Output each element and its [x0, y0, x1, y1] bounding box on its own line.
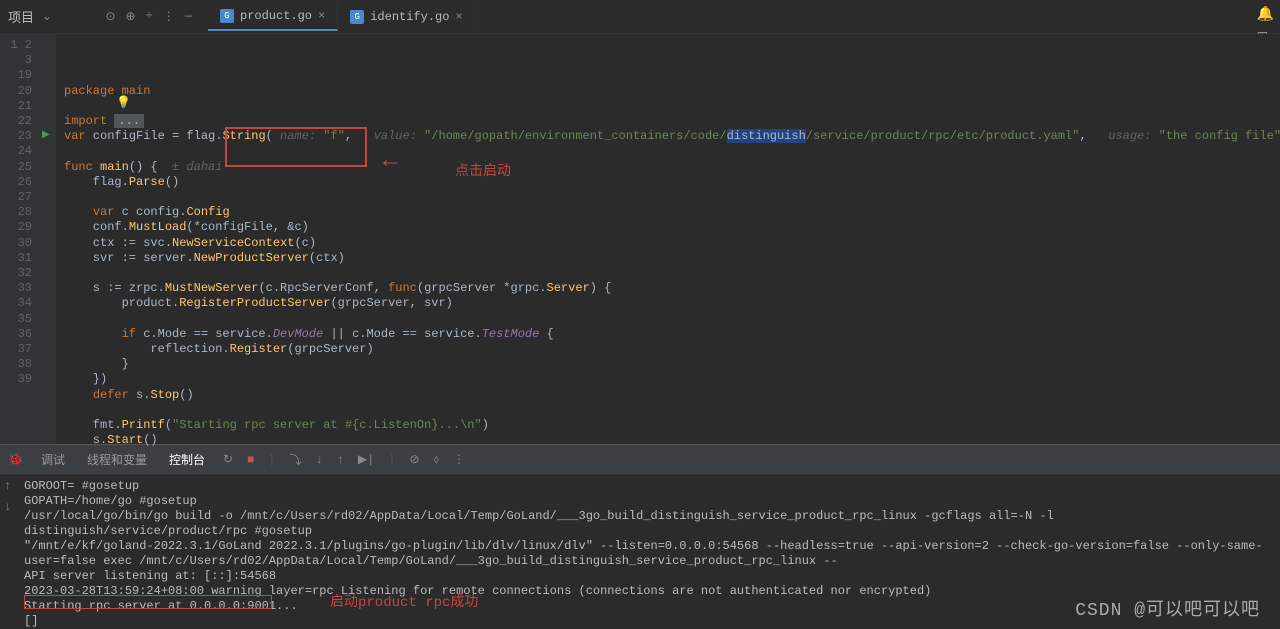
project-header: 项目 ⌄ ⊙ ⊕ ÷ ⋮ —	[0, 0, 200, 33]
scroll-down-icon[interactable]: ↓	[4, 500, 11, 515]
evaluate-icon[interactable]: ⊘	[410, 452, 420, 467]
project-title: 项目	[8, 7, 34, 26]
divide-icon[interactable]: ÷	[146, 9, 153, 24]
chevron-down-icon[interactable]: ⌄	[42, 9, 52, 24]
watermark: CSDN @可以吧可以吧	[1075, 595, 1260, 621]
more-actions-icon[interactable]: ⋮	[453, 452, 465, 467]
target-icon[interactable]: ⊙	[105, 9, 115, 24]
go-file-icon: G	[220, 9, 234, 23]
notification-icon[interactable]: 🔔	[1257, 6, 1274, 23]
close-icon[interactable]: ×	[455, 10, 462, 24]
code-content[interactable]: 💡 package main import ... var configFile…	[56, 34, 1280, 444]
panel-tab-console[interactable]: 控制台	[165, 449, 209, 470]
step-out-icon[interactable]: ↑	[337, 453, 344, 467]
tab-label: identify.go	[370, 10, 449, 24]
more-icon[interactable]: ⋮	[163, 9, 175, 24]
console-side-icons: ↑ ↓	[4, 479, 11, 515]
close-icon[interactable]: ×	[318, 9, 325, 23]
panel-tab-bar: 🐞 调试 线程和变量 控制台 ↻ ■ | ⤵ ↓ ↑ ▶| | ⊘ ⬨ ⋮	[0, 445, 1280, 475]
run-gutter-icon[interactable]: ▶	[42, 129, 50, 141]
panel-tab-threads[interactable]: 线程和变量	[83, 449, 151, 470]
bulb-icon[interactable]: 💡	[116, 96, 131, 111]
go-file-icon: G	[350, 10, 364, 24]
tab-label: product.go	[240, 9, 312, 23]
stop-icon[interactable]: ■	[247, 453, 254, 467]
tab-identify-go[interactable]: Gidentify.go ×	[338, 4, 475, 30]
editor-tabs: Gproduct.go × Gidentify.go ×	[200, 0, 476, 33]
run-to-cursor-icon[interactable]: ▶|	[358, 452, 374, 467]
step-into-icon[interactable]: ↓	[315, 453, 322, 467]
code-editor[interactable]: 1 2 3 19 20 21 22 23 24 25 26 27 28 29 3…	[0, 34, 1280, 444]
trace-icon[interactable]: ⬨	[434, 453, 439, 467]
gutter-icons: ▶	[40, 34, 56, 444]
expand-icon[interactable]: ⊕	[126, 9, 136, 24]
line-numbers: 1 2 3 19 20 21 22 23 24 25 26 27 28 29 3…	[0, 34, 40, 444]
hide-icon[interactable]: —	[185, 9, 192, 24]
tab-product-go[interactable]: Gproduct.go ×	[208, 3, 338, 31]
debug-icon[interactable]: 🐞	[8, 452, 23, 467]
rerun-icon[interactable]: ↻	[223, 452, 233, 467]
step-over-icon[interactable]: ⤵	[289, 451, 301, 468]
scroll-up-icon[interactable]: ↑	[4, 479, 11, 494]
